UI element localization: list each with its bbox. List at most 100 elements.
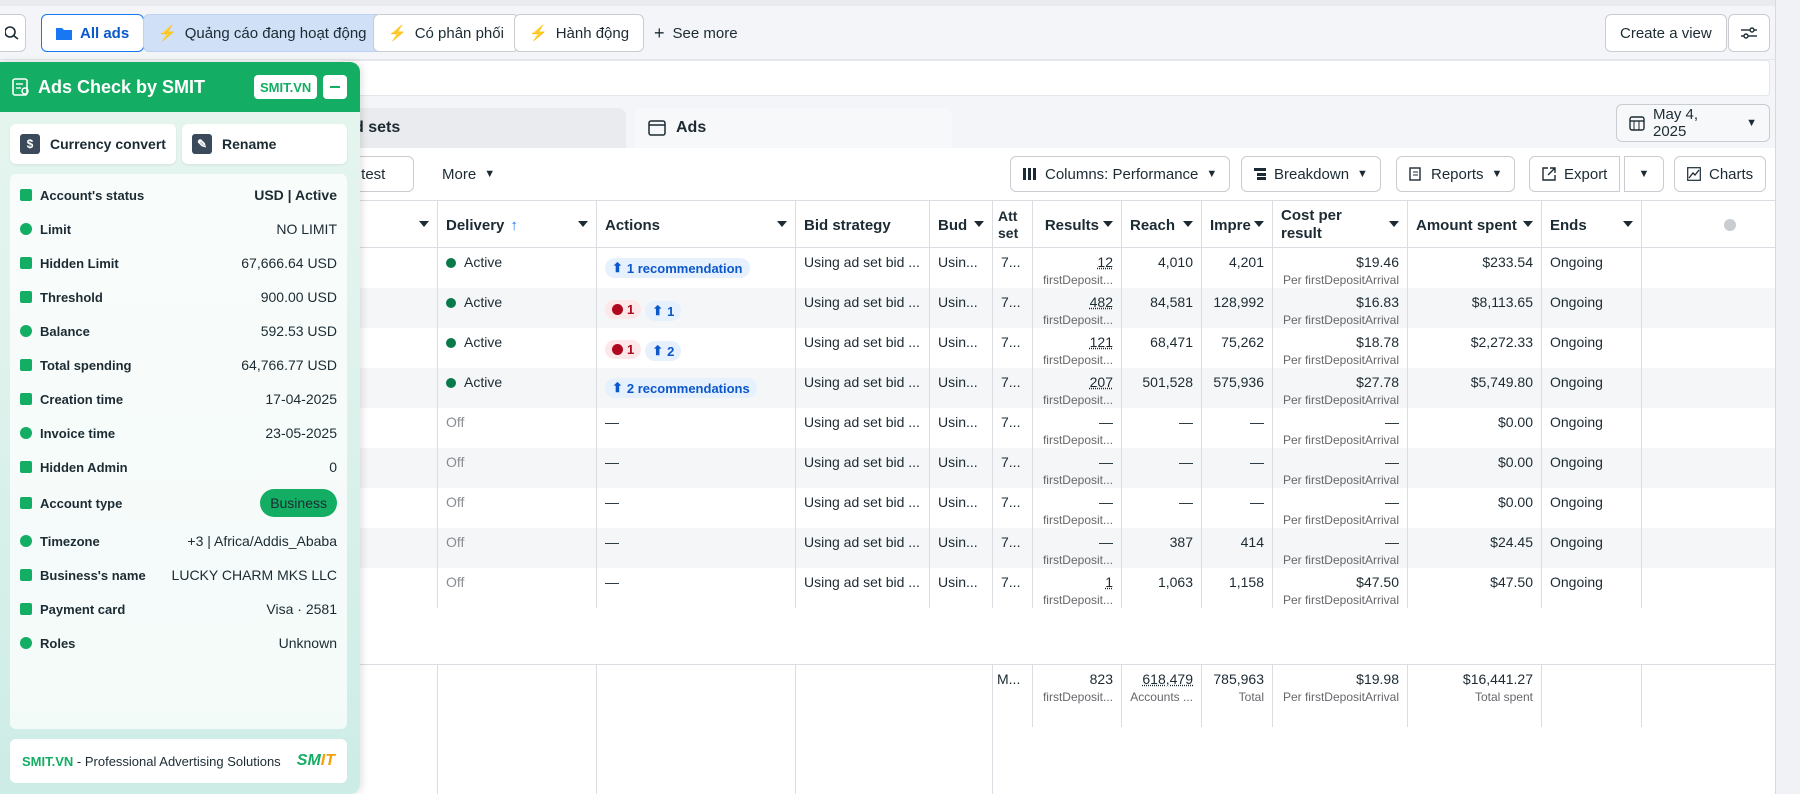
- cell-results: — firstDeposit...: [1033, 448, 1122, 488]
- active-status-icon: [446, 338, 456, 348]
- rename-button[interactable]: ✎ Rename: [182, 124, 347, 164]
- column-header-ends[interactable]: Ends: [1542, 201, 1642, 249]
- ads-check-icon: [12, 78, 30, 96]
- chevron-down-icon: ▼: [1357, 168, 1368, 180]
- cell-attr: 7...: [993, 288, 1033, 328]
- column-header-delivery[interactable]: Delivery ↑: [438, 201, 597, 249]
- cell-bid: Using ad set bid ...: [796, 448, 930, 488]
- field-timezone: Timezone +3 | Africa/Addis_Ababa: [10, 522, 347, 560]
- chevron-down-icon: ▼: [484, 168, 496, 180]
- field-hidden-limit: Hidden Limit 67,666.64 USD: [10, 244, 347, 282]
- footer-brand: SMIT.VN: [22, 753, 74, 769]
- table-row[interactable]: Active ⬆ 2 recommendations Using ad set bid…: [340, 368, 1775, 408]
- field-balance: Balance 592.53 USD: [10, 312, 347, 350]
- panel-header: Ads Check by SMIT SMIT.VN: [0, 62, 360, 112]
- cell-cpr: $16.83 Per firstDepositArrival: [1273, 288, 1408, 328]
- column-header-attribution[interactable]: Att set: [993, 201, 1033, 249]
- error-badge[interactable]: 1: [605, 300, 642, 319]
- table-row[interactable]: Active 1 ⬆ 1 Using ad set bid ... Usin... 7...…: [340, 288, 1775, 328]
- add-column-button[interactable]: [1642, 201, 1775, 249]
- cell-reach: 68,471: [1122, 328, 1202, 368]
- cell-budget: Usin...: [930, 288, 993, 328]
- cell-attr: 7...: [993, 528, 1033, 568]
- cell-ends: Ongoing: [1542, 448, 1642, 488]
- currency-convert-button[interactable]: $ Currency convert: [10, 124, 176, 164]
- total-results: 823 firstDeposit...: [1033, 665, 1122, 727]
- cell-budget: Usin...: [930, 248, 993, 288]
- field-total-spending: Total spending 64,766.77 USD: [10, 346, 347, 384]
- column-header-reach[interactable]: Reach: [1122, 201, 1202, 249]
- export-dropdown[interactable]: ▼: [1624, 156, 1664, 192]
- cell-bid: Using ad set bid ...: [796, 248, 930, 288]
- field-account-s-status: Account's status USD | Active: [10, 176, 347, 214]
- cell-reach: 1,063: [1122, 568, 1202, 608]
- field-account-type: Account type Business: [10, 484, 347, 522]
- column-header-impressions[interactable]: Impre: [1202, 201, 1273, 249]
- column-header-budget[interactable]: Bud: [930, 201, 993, 249]
- cell-reach: —: [1122, 408, 1202, 448]
- cell-bid: Using ad set bid ...: [796, 288, 930, 328]
- see-more-button[interactable]: + See more: [640, 14, 752, 52]
- table-row[interactable]: Off — Using ad set bid ... Usin... 7... — firs…: [340, 528, 1775, 568]
- panel-footer: SMIT.VN - Professional Advertising Solut…: [10, 739, 347, 783]
- cell-cpr: $18.78 Per firstDepositArrival: [1273, 328, 1408, 368]
- tab-ads[interactable]: Ads: [634, 108, 952, 148]
- cell-delivery: Active: [438, 328, 597, 368]
- column-header-results[interactable]: Results: [1033, 201, 1122, 249]
- reports-button[interactable]: Reports ▼: [1396, 156, 1516, 192]
- sort-ascending-icon: ↑: [510, 216, 518, 234]
- cell-results: — firstDeposit...: [1033, 528, 1122, 568]
- search-button[interactable]: [0, 14, 26, 52]
- create-view-button[interactable]: Create a view: [1605, 14, 1727, 52]
- recommendation-badge[interactable]: ⬆ 2 recommendations: [605, 378, 757, 398]
- recommendation-icon: ⬆: [612, 380, 623, 395]
- more-button[interactable]: More ▼: [430, 156, 508, 192]
- recommendation-badge[interactable]: ⬆ 2: [645, 341, 682, 361]
- cell-actions: ⬆ 1 recommendation: [597, 248, 796, 288]
- tab-adsets[interactable]: d sets: [340, 108, 626, 148]
- cell-budget: Usin...: [930, 488, 993, 528]
- recommendation-badge[interactable]: ⬆ 1: [645, 301, 682, 321]
- table-row[interactable]: Active ⬆ 1 recommendation Using ad set bid …: [340, 248, 1775, 288]
- cell-delivery: Off: [438, 568, 597, 608]
- cell-actions: —: [597, 488, 796, 528]
- account-type-badge[interactable]: Business: [260, 489, 337, 517]
- table-row[interactable]: Off — Using ad set bid ... Usin... 7... — firs…: [340, 488, 1775, 528]
- total-reach: 618,479 Accounts ...: [1122, 665, 1202, 727]
- filter-actions[interactable]: ⚡ Hành động: [514, 14, 645, 52]
- column-header-bid-strategy[interactable]: Bid strategy: [796, 201, 930, 249]
- filter-active-ads[interactable]: ⚡ Quảng cáo đang hoạt động: [143, 14, 382, 52]
- cell-delivery: Active: [438, 368, 597, 408]
- recommendation-badge[interactable]: ⬆ 1 recommendation: [605, 258, 750, 278]
- filter-delivered[interactable]: ⚡ Có phân phối: [373, 14, 519, 52]
- cell-ends: Ongoing: [1542, 528, 1642, 568]
- table-row[interactable]: Off — Using ad set bid ... Usin... 7... 1 firs…: [340, 568, 1775, 608]
- view-settings-button[interactable]: [1728, 14, 1770, 52]
- table-row[interactable]: Off — Using ad set bid ... Usin... 7... — firs…: [340, 448, 1775, 488]
- filter-all-ads[interactable]: All ads: [41, 14, 145, 52]
- field-invoice-time: Invoice time 23-05-2025: [10, 414, 347, 452]
- breakdown-button[interactable]: Breakdown ▼: [1241, 156, 1381, 192]
- column-header-actions[interactable]: Actions: [597, 201, 796, 249]
- recommendation-icon: ⬆: [612, 260, 623, 275]
- date-picker[interactable]: May 4, 2025 ▼: [1616, 104, 1770, 142]
- search-filter-input[interactable]: [340, 60, 1770, 96]
- field-hidden-admin: Hidden Admin 0: [10, 448, 347, 486]
- column-header-amount-spent[interactable]: Amount spent: [1408, 201, 1542, 249]
- smit-logo: SMIT: [296, 752, 335, 769]
- cell-ends: Ongoing: [1542, 408, 1642, 448]
- column-header-cost-per-result[interactable]: Cost per result: [1273, 201, 1408, 249]
- currency-icon: $: [20, 134, 40, 154]
- columns-button[interactable]: Columns: Performance ▼: [1010, 156, 1231, 192]
- table-row[interactable]: Off — Using ad set bid ... Usin... 7... — firs…: [340, 408, 1775, 448]
- minimize-button[interactable]: [323, 75, 347, 99]
- cell-budget: Usin...: [930, 528, 993, 568]
- export-button[interactable]: Export: [1529, 156, 1621, 192]
- table-row[interactable]: Active 1 ⬆ 2 Using ad set bid ... Usin... 7...…: [340, 328, 1775, 368]
- cell-spent: $5,749.80: [1408, 368, 1542, 408]
- add-column-icon: [1723, 219, 1736, 231]
- reports-icon: [1409, 167, 1423, 181]
- charts-button[interactable]: Charts: [1674, 156, 1767, 192]
- error-badge[interactable]: 1: [605, 340, 642, 359]
- smit-badge[interactable]: SMIT.VN: [254, 75, 318, 99]
